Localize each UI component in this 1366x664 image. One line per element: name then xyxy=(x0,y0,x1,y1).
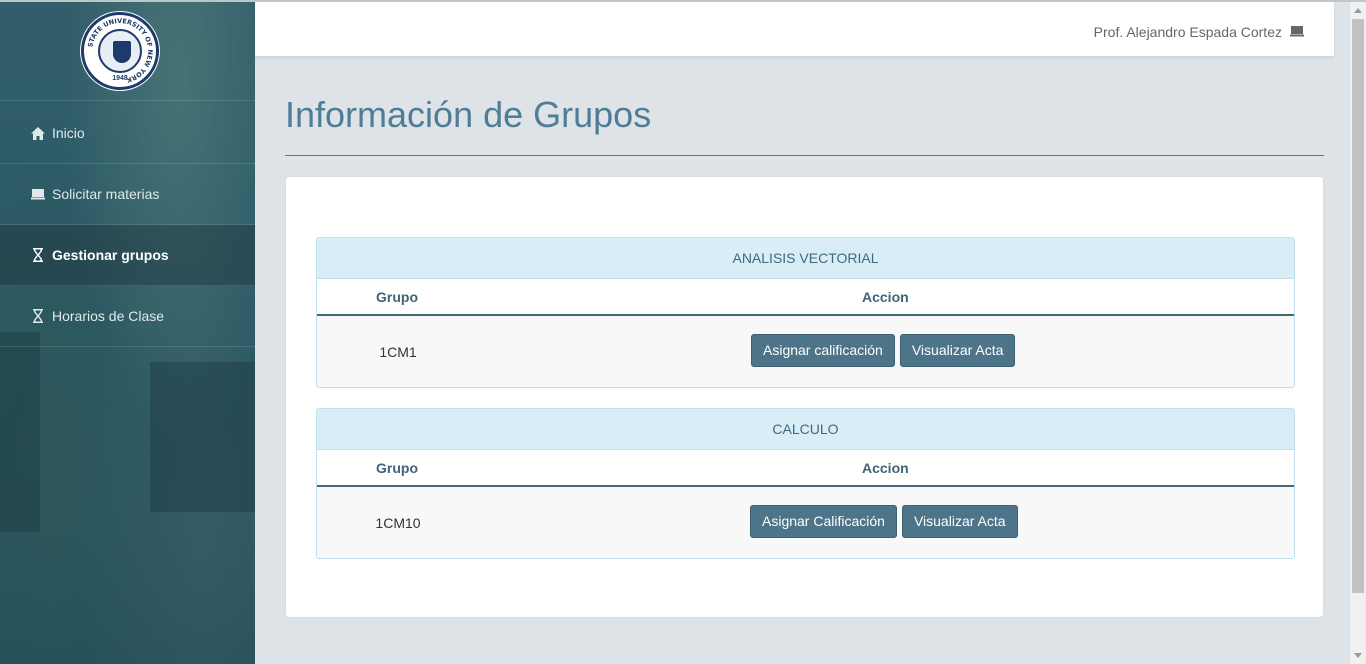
column-header-grupo: Grupo xyxy=(376,289,418,305)
group-code: 1CM1 xyxy=(379,344,417,360)
hourglass-icon xyxy=(31,309,45,323)
university-seal-logo[interactable]: STATE UNIVERSITY OF NEW YORK 1948 xyxy=(81,12,159,90)
view-record-button[interactable]: Visualizar Acta xyxy=(899,334,1016,367)
scrollbar-thumb[interactable] xyxy=(1352,19,1364,593)
sidebar-nav: Inicio Solicitar materias Gestionar grup… xyxy=(0,103,255,347)
top-header: Prof. Alejandro Espada Cortez xyxy=(255,2,1334,57)
monitor-icon xyxy=(1290,25,1304,39)
seal-year: 1948 xyxy=(112,75,128,82)
sidebar-item-solicitar-materias[interactable]: Solicitar materias xyxy=(0,164,255,225)
sidebar-item-gestionar-grupos[interactable]: Gestionar grupos xyxy=(0,225,255,286)
sidebar-item-label: Inicio xyxy=(52,125,85,141)
view-record-button[interactable]: Visualizar Acta xyxy=(901,505,1018,538)
groups-card: ANALISIS VECTORIAL Grupo Accion 1CM1 Asi… xyxy=(285,176,1324,618)
home-icon xyxy=(31,126,45,140)
panel-heading: ANALISIS VECTORIAL xyxy=(317,238,1294,279)
column-header-accion: Accion xyxy=(862,289,909,305)
monitor-icon xyxy=(31,187,45,201)
sidebar: STATE UNIVERSITY OF NEW YORK 1948 Inicio… xyxy=(0,2,255,664)
user-name: Prof. Alejandro Espada Cortez xyxy=(1093,24,1282,40)
logo-area: STATE UNIVERSITY OF NEW YORK 1948 xyxy=(0,2,255,101)
panel-heading: CALCULO xyxy=(317,409,1294,450)
column-header-grupo: Grupo xyxy=(376,460,418,476)
sidebar-item-label: Gestionar grupos xyxy=(52,247,169,263)
hourglass-icon xyxy=(31,248,45,262)
title-divider xyxy=(285,155,1324,156)
table-header: Grupo Accion xyxy=(317,279,1294,316)
assign-grade-button[interactable]: Asignar calificación xyxy=(751,334,895,367)
table-row: 1CM10 Asignar Calificación Visualizar Ac… xyxy=(317,487,1294,558)
row-actions: Asignar calificación Visualizar Acta xyxy=(751,334,1016,367)
vertical-scrollbar[interactable] xyxy=(1349,2,1366,664)
subject-panel: ANALISIS VECTORIAL Grupo Accion 1CM1 Asi… xyxy=(316,237,1295,388)
table-row: 1CM1 Asignar calificación Visualizar Act… xyxy=(317,316,1294,387)
page-title: Información de Grupos xyxy=(285,94,652,135)
subject-panel: CALCULO Grupo Accion 1CM10 Asignar Calif… xyxy=(316,408,1295,559)
scroll-up-arrow-icon[interactable] xyxy=(1354,8,1362,13)
group-code: 1CM10 xyxy=(375,515,421,531)
sidebar-item-label: Solicitar materias xyxy=(52,186,160,202)
row-actions: Asignar Calificación Visualizar Acta xyxy=(750,505,1018,538)
sidebar-item-horarios-de-clase[interactable]: Horarios de Clase xyxy=(0,286,255,347)
sidebar-item-label: Horarios de Clase xyxy=(52,308,165,324)
scroll-down-arrow-icon[interactable] xyxy=(1354,653,1362,658)
table-header: Grupo Accion xyxy=(317,450,1294,487)
sidebar-item-inicio[interactable]: Inicio xyxy=(0,103,255,164)
column-header-accion: Accion xyxy=(862,460,909,476)
assign-grade-button[interactable]: Asignar Calificación xyxy=(750,505,897,538)
user-menu[interactable]: Prof. Alejandro Espada Cortez xyxy=(1094,24,1304,40)
